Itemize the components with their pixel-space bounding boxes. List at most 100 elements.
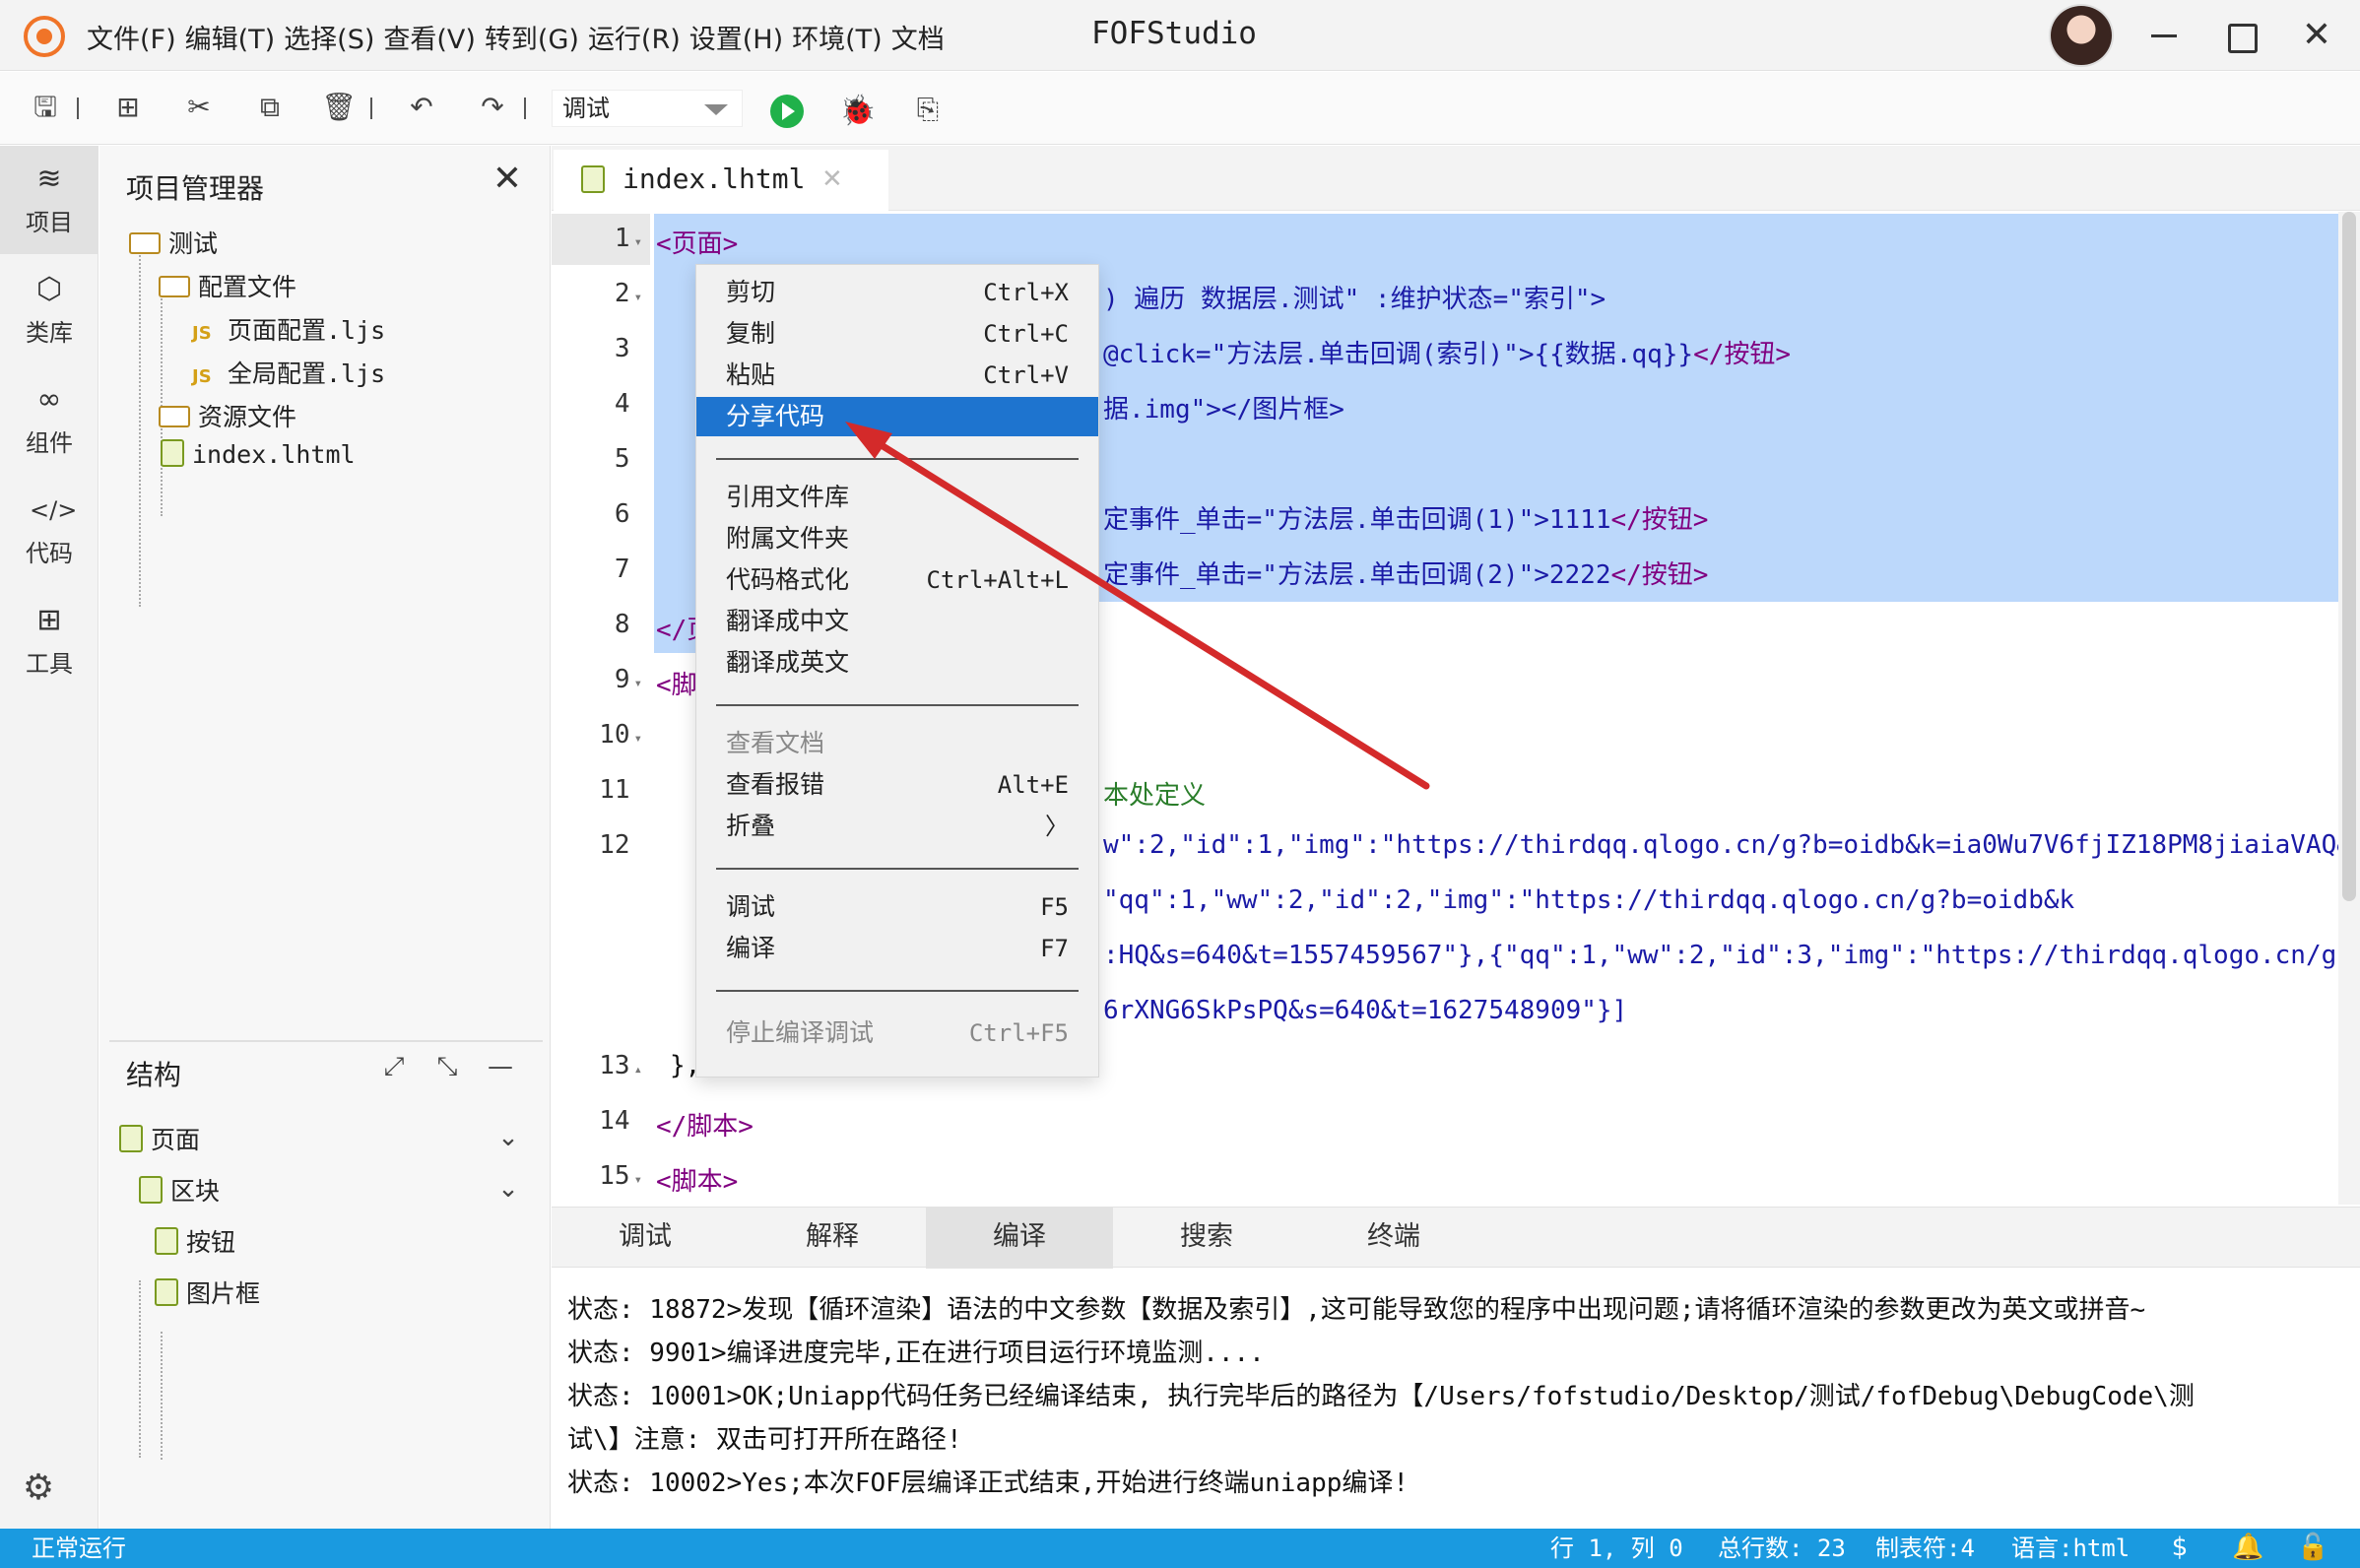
maximize-icon[interactable]: [2220, 18, 2260, 53]
tab-size[interactable]: 制表符:4: [1875, 1529, 1975, 1568]
line-number: 2 ▾: [614, 279, 642, 308]
tab-terminal[interactable]: 终端: [1300, 1208, 1487, 1269]
element-icon: [155, 1227, 178, 1255]
code-line-12-wrap: 6rXNG6SkPsPQ&s=640&t=1627548909"}]: [1103, 996, 1628, 1025]
menu-item-reference-library[interactable]: 引用文件库: [696, 478, 1098, 517]
menu-item-cut[interactable]: 剪切 Ctrl+X: [696, 273, 1098, 312]
activity-library[interactable]: ⬡ 类库: [0, 256, 98, 364]
log-line: 状态: 10001>OK;Uniapp代码任务已经编译结束, 执行完毕后的路径为…: [567, 1382, 2195, 1411]
copy-icon[interactable]: ⧉: [252, 90, 288, 125]
lock-icon[interactable]: 🔓: [2297, 1533, 2328, 1562]
chevron-down-icon[interactable]: ⌄: [493, 1174, 523, 1204]
run-play-icon[interactable]: [770, 95, 804, 128]
cube-icon: ⬡: [35, 272, 63, 306]
menu-item-format-code[interactable]: 代码格式化 Ctrl+Alt+L: [696, 560, 1098, 600]
tab-close-icon[interactable]: ✕: [821, 150, 851, 209]
new-file-icon[interactable]: ⊞: [110, 90, 146, 125]
dollar-icon[interactable]: $: [2165, 1533, 2195, 1562]
tab-debug[interactable]: 调试: [552, 1208, 739, 1269]
code-line-12: w":2,"id":1,"img":"https://thirdqq.qlogo…: [1103, 830, 2360, 860]
struct-item-image[interactable]: 图片框: [155, 1274, 260, 1310]
tree-item-test[interactable]: 测试: [129, 225, 218, 260]
line-number: 7▾: [614, 555, 630, 584]
menu-item-attached-folder[interactable]: 附属文件夹: [696, 519, 1098, 558]
context-menu: 剪切 Ctrl+X 复制 Ctrl+C 粘贴 Ctrl+V 分享代码 引用文件库 附属…: [695, 264, 1099, 1078]
expand-icon[interactable]: ⤢: [379, 1052, 409, 1081]
line-number: 10 ▾: [599, 720, 642, 750]
avatar[interactable]: [2049, 4, 2114, 67]
tree-item-page-config[interactable]: JS 页面配置.ljs: [192, 311, 385, 347]
js-file-icon: JS: [192, 366, 212, 387]
chevron-down-icon[interactable]: ⌄: [493, 1123, 523, 1152]
settings-gear-icon[interactable]: ⚙: [18, 1468, 59, 1509]
struct-item-block[interactable]: 区块: [139, 1172, 220, 1208]
menu-item-copy[interactable]: 复制 Ctrl+C: [696, 314, 1098, 354]
delete-icon[interactable]: 🗑: [321, 90, 357, 125]
tree-item-index[interactable]: index.lhtml: [161, 439, 356, 469]
tab-index-lhtml[interactable]: index.lhtml ✕: [554, 150, 888, 211]
line-number: 6▾: [614, 499, 630, 529]
menu-separator: [716, 458, 1079, 460]
editor-scrollbar[interactable]: [2338, 212, 2360, 1205]
redo-icon[interactable]: ↷: [475, 90, 510, 125]
lhtml-file-icon: [161, 439, 184, 467]
menu-item-translate-chinese[interactable]: 翻译成中文: [696, 602, 1098, 641]
menu-file[interactable]: 文件(F): [87, 18, 176, 56]
menu-docs[interactable]: 文档: [891, 18, 945, 56]
collapse-icon[interactable]: ⤡: [432, 1052, 462, 1081]
menu-run[interactable]: 运行(R): [588, 18, 681, 56]
save-icon[interactable]: 🖫: [28, 90, 63, 125]
menu-goto[interactable]: 转到(G): [485, 18, 579, 56]
tree-item-config[interactable]: 配置文件: [159, 268, 296, 303]
menu-item-paste[interactable]: 粘贴 Ctrl+V: [696, 356, 1098, 395]
line-number: 1 ▾: [614, 224, 642, 253]
language-mode[interactable]: 语言:html: [2011, 1529, 2130, 1568]
activity-project[interactable]: ≋ 项目: [0, 146, 98, 254]
editor-tab-bar: index.lhtml ✕: [552, 146, 2360, 211]
menu-item-view-errors[interactable]: 查看报错 Alt+E: [696, 765, 1098, 805]
output-log[interactable]: 状态: 18872>发现【循环渲染】语法的中文参数【数据及索引】,这可能导致您的…: [552, 1269, 2360, 1529]
panel-close-icon[interactable]: ✕: [490, 162, 525, 197]
code-line-9: <脚: [656, 671, 697, 700]
struct-item-page[interactable]: 页面: [119, 1121, 200, 1156]
run-mode-select[interactable]: 调试: [552, 90, 743, 127]
panel-title: 项目管理器: [126, 172, 265, 205]
panel-divider: [109, 1040, 543, 1042]
tools-icon: ⊞: [36, 603, 62, 637]
menu-item-compile[interactable]: 编译 F7: [696, 929, 1098, 968]
minimize-icon[interactable]: [2143, 18, 2183, 53]
line-number: 13 ▴: [599, 1051, 642, 1080]
minimize-panel-icon[interactable]: —: [486, 1052, 515, 1081]
element-icon: [155, 1278, 178, 1306]
undo-icon[interactable]: ↶: [404, 90, 439, 125]
app-logo-icon: [24, 16, 65, 57]
menu-item-debug[interactable]: 调试 F5: [696, 887, 1098, 927]
activity-tools[interactable]: ⊞ 工具: [0, 587, 98, 695]
menu-item-share-code[interactable]: 分享代码: [696, 397, 1098, 436]
tab-compile[interactable]: 编译: [926, 1208, 1113, 1269]
preview-search-icon[interactable]: ⎘: [910, 91, 946, 128]
menu-view[interactable]: 查看(V): [383, 18, 476, 56]
activity-components[interactable]: ∞ 组件: [0, 366, 98, 475]
menu-environment[interactable]: 环境(T): [792, 18, 883, 56]
debug-bug-icon[interactable]: 🐞: [839, 93, 876, 130]
bell-icon[interactable]: 🔔: [2232, 1533, 2263, 1562]
tree-item-resources[interactable]: 资源文件: [159, 398, 296, 433]
cursor-position[interactable]: 行 1, 列 0: [1550, 1529, 1683, 1568]
activity-code[interactable]: </> 代码: [0, 477, 98, 585]
scroll-thumb[interactable]: [2342, 212, 2356, 901]
struct-item-button[interactable]: 按钮: [155, 1223, 235, 1259]
tab-search[interactable]: 搜索: [1113, 1208, 1300, 1269]
menu-settings[interactable]: 设置(H): [689, 18, 783, 56]
menu-edit[interactable]: 编辑(T): [185, 18, 276, 56]
menu-item-fold[interactable]: 折叠〉: [696, 807, 1098, 846]
close-window-icon[interactable]: ✕: [2297, 18, 2336, 53]
cut-icon[interactable]: ✂: [181, 90, 217, 125]
element-icon: [119, 1125, 143, 1152]
tab-interpret[interactable]: 解释: [739, 1208, 926, 1269]
tree-item-global-config[interactable]: JS 全局配置.ljs: [192, 355, 385, 390]
tree-guide: [161, 1332, 163, 1460]
menu-select[interactable]: 选择(S): [284, 18, 374, 56]
folder-icon: [159, 406, 190, 427]
menu-item-translate-english[interactable]: 翻译成英文: [696, 643, 1098, 683]
